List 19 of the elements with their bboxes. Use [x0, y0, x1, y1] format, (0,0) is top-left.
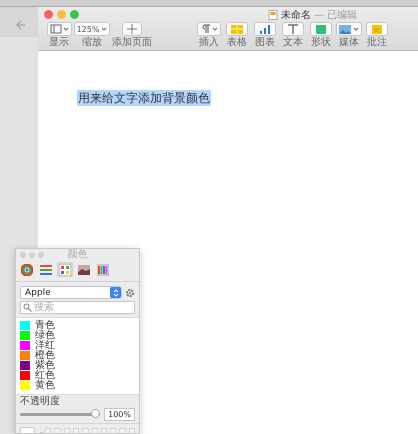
palette-dropdown[interactable]: Apple	[20, 286, 122, 299]
toolbar-label: 形状	[311, 37, 331, 48]
toolbar-label: 插入	[199, 37, 219, 48]
toolbar-label: 图表	[255, 37, 275, 48]
opacity-value: 100%	[104, 408, 135, 421]
toolbar-label: 文本	[283, 37, 303, 48]
search-field[interactable]: 搜索	[20, 301, 135, 314]
color-name[interactable]: 黄色	[35, 378, 55, 392]
toolbar-label: 表格	[227, 37, 247, 48]
selected-text: 用来给文字添加背景颜色	[77, 90, 211, 106]
document-title: 未命名	[281, 8, 311, 22]
toolbar-label: 添加页面	[112, 37, 152, 48]
toolbar-label: 批注	[367, 37, 387, 48]
toolbar-label: 显示	[49, 37, 69, 48]
zoom-dropdown[interactable]: 125%	[74, 22, 110, 36]
edited-status: — 已编辑	[314, 8, 358, 22]
toolbar-label: 缩放	[82, 37, 102, 48]
toolbar-label: 媒体	[339, 37, 359, 48]
opacity-label: 不透明度	[19, 395, 61, 408]
